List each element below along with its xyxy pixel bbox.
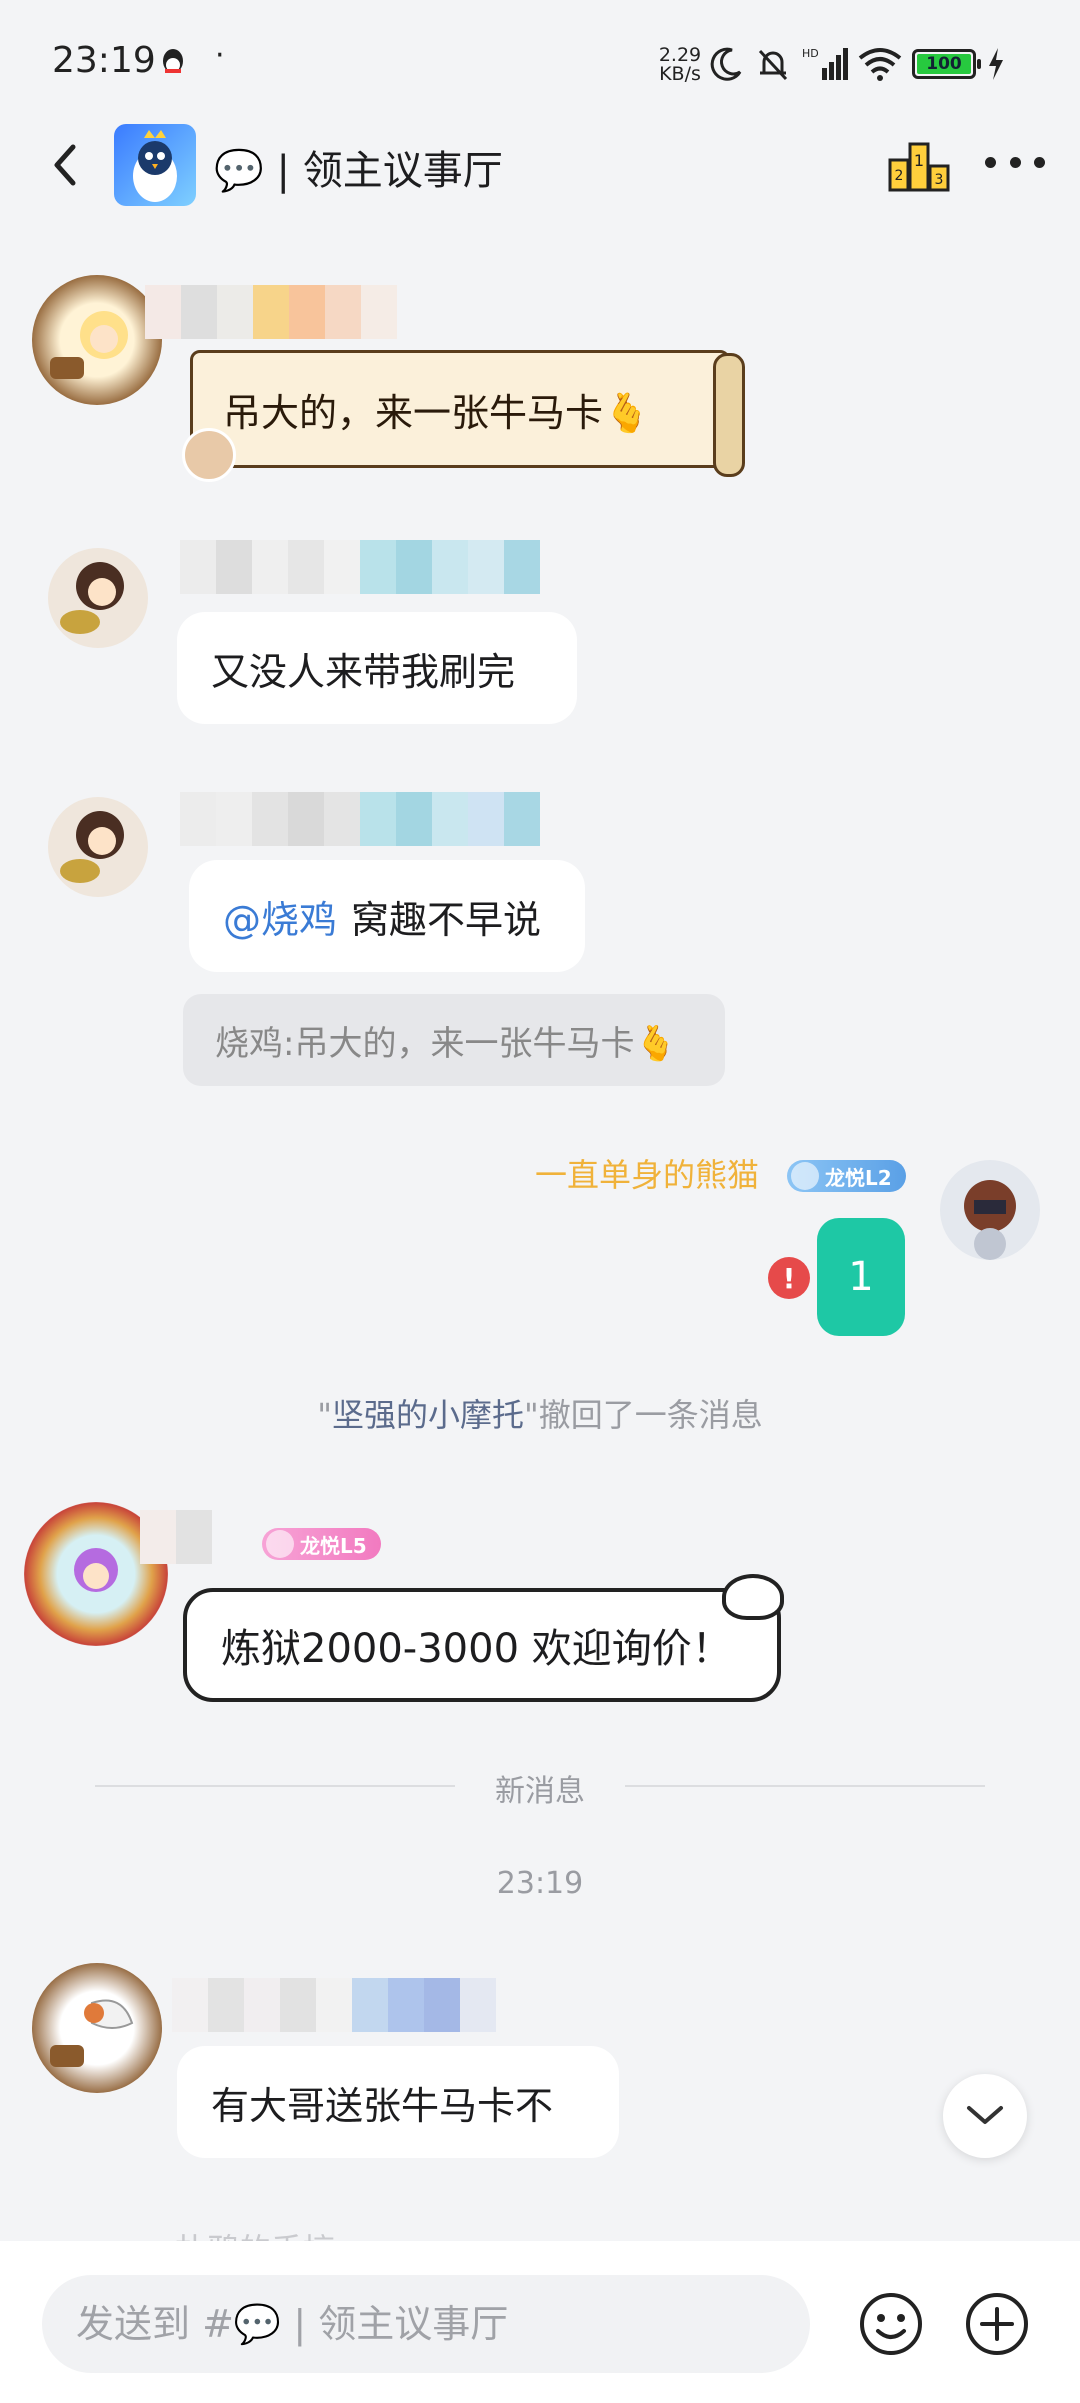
recall-notice: "坚强的小摩托"撤回了一条消息 [0,1390,1080,1436]
chevron-down-icon [967,2106,1003,2124]
quoted-message[interactable]: 烧鸡:吊大的，来一张牛马卡🫰 [183,994,725,1086]
sender-name-blurred [180,792,540,846]
level-badge: 龙悦L2 [787,1160,906,1192]
message-bubble[interactable]: 吊大的，来一张牛马卡🫰 [190,350,745,477]
message-bubble[interactable]: 又没人来带我刷完 [177,612,577,724]
recall-text: 撤回了一条消息 [538,1396,763,1434]
sender-name-blurred [172,1978,496,2032]
message-bubble[interactable]: 炼狱2000-3000 欢迎询价！ [183,1588,781,1702]
level-badge-label: 龙悦L5 [300,1533,367,1558]
charging-icon [989,48,1003,80]
message-text: 吊大的，来一张牛马卡🫰 [223,390,651,435]
doll-avatar-icon [60,562,124,634]
badge-gem-icon [266,1530,294,1558]
status-icons: HD 100 [708,40,1006,88]
message-input[interactable] [42,2275,810,2373]
message-bubble[interactable]: @烧鸡 窝趣不早说 [189,860,585,972]
svg-text:HD: HD [802,47,819,60]
knight-avatar-icon [964,1180,1016,1260]
svg-text:2: 2 [895,168,904,184]
badge-gem-icon [791,1162,819,1190]
sender-avatar[interactable] [32,275,162,405]
penguin-knight-icon [133,130,177,202]
emoji-icon[interactable] [858,2291,924,2357]
message-bubble[interactable]: 有大哥送张牛马卡不 [177,2046,619,2158]
sender-avatar[interactable] [48,797,148,897]
chat-header: 💬 | 领主议事厅 1 2 3 [0,120,1080,210]
more-dot [1009,156,1021,168]
status-time: 23:19 [52,40,156,81]
cat-decoration-icon [722,1574,784,1620]
self-avatar[interactable] [940,1160,1040,1260]
bubble-decoration-avatar [182,428,236,482]
svg-text:3: 3 [935,172,944,188]
recall-user[interactable]: 坚强的小摩托 [332,1396,524,1434]
net-speed-unit: KB/s [659,63,701,85]
back-icon [54,144,76,186]
message-text: 炼狱2000-3000 欢迎询价！ [221,1626,732,1672]
level-badge-label: 龙悦L2 [825,1165,892,1190]
plus-icon[interactable] [964,2291,1030,2357]
message-text: 窝趣不早说 [351,897,542,942]
doll-avatar-icon [60,811,124,883]
message-text: 又没人来带我刷完 [211,649,516,694]
girl-avatar-icon [50,311,128,379]
back-button[interactable] [40,140,90,190]
group-avatar[interactable] [114,124,196,206]
message-bubble[interactable]: 1 [817,1218,905,1336]
message-text: 有大哥送张牛马卡不 [211,2083,554,2128]
signal-icon: HD [802,47,848,80]
message-text: 1 [848,1254,874,1300]
status-dot: · [215,38,225,73]
send-failed-icon[interactable]: ! [768,1257,810,1299]
svg-text:1: 1 [914,151,924,170]
bird-avatar-icon [50,1999,134,2067]
battery-icon: 100 [912,49,981,79]
sender-avatar[interactable] [48,548,148,648]
sender-name-blurred [140,1510,212,1564]
ranking-icon[interactable]: 1 2 3 [886,130,952,196]
notice-quote-mark: " [524,1396,539,1434]
battery-level: 100 [917,54,971,74]
quoted-text: 烧鸡:吊大的，来一张牛马卡🫰 [215,1023,677,1064]
level-badge: 龙悦L5 [262,1528,381,1560]
more-button[interactable] [985,142,1045,182]
qq-icon [163,49,183,73]
sender-avatar[interactable] [32,1963,162,2093]
status-bar: 23:19 · 2.29 KB/s HD 100 [0,0,1080,125]
group-title[interactable]: 💬 | 领主议事厅 [214,138,503,196]
mention-link[interactable]: @烧鸡 [223,889,337,944]
new-messages-divider: 新消息 [495,1774,585,1809]
bell-off-icon [758,49,788,81]
message-timestamp: 23:19 [496,1866,584,1901]
net-speed: 2.29 KB/s [656,46,704,84]
more-dot [985,156,996,168]
wifi-icon [858,48,902,81]
moon-icon [710,47,742,81]
sender-name-blurred [145,285,397,339]
scroll-to-bottom-button[interactable] [943,2074,1027,2158]
input-bar [0,2241,1080,2403]
more-dot [1034,156,1045,168]
sender-name-blurred [180,540,540,594]
notice-quote-mark: " [317,1396,332,1434]
self-sender-name: 一直单身的熊猫 [535,1156,760,1194]
